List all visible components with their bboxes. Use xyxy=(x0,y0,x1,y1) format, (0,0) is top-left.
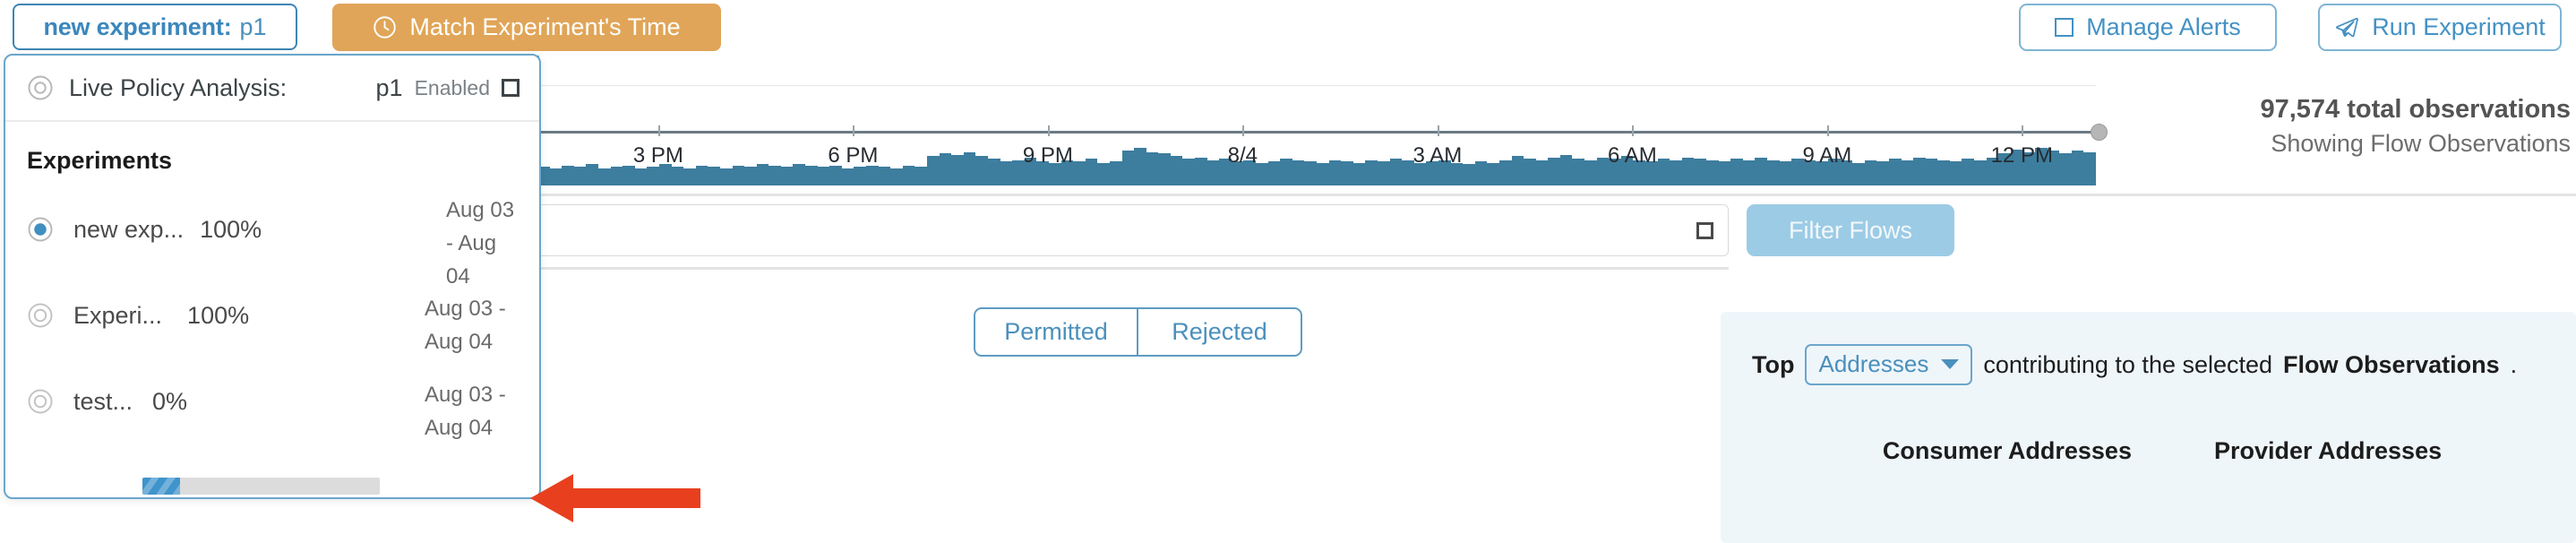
top-toolbar: new experiment: p1 Match Experiment's Ti… xyxy=(0,0,2576,52)
square-icon xyxy=(2055,18,2074,37)
chart-axis-line xyxy=(539,131,2096,134)
popup-header-right: p1 Enabled xyxy=(376,74,519,102)
progress-fill xyxy=(142,478,181,495)
experiment-list-item[interactable]: test... 0% Aug 03 - Aug 04 xyxy=(5,358,539,444)
top-middle-label: contributing to the selected xyxy=(1983,350,2273,378)
manage-alerts-button[interactable]: Manage Alerts xyxy=(2019,4,2277,51)
axis-tick xyxy=(853,125,855,136)
run-experiment-button[interactable]: Run Experiment xyxy=(2318,4,2562,51)
experiment-chip-value: p1 xyxy=(239,13,267,40)
experiments-section-title: Experiments xyxy=(27,147,173,174)
axis-tick-label: 6 PM xyxy=(828,143,879,168)
axis-tick xyxy=(1632,125,1635,136)
top-suffix-label: . xyxy=(2510,350,2518,378)
experiment-chip-label: new experiment: xyxy=(43,13,232,40)
axis-tick xyxy=(1242,125,1245,136)
experiment-percent: 100% xyxy=(200,215,262,243)
experiment-dates: Aug 03 - Aug 04 xyxy=(425,297,506,355)
divider-bottom xyxy=(537,267,1729,270)
top-emphasis-label: Flow Observations xyxy=(2283,350,2500,378)
provider-addresses-header: Provider Addresses xyxy=(2213,437,2443,464)
axis-tick xyxy=(1047,125,1050,136)
clock-icon xyxy=(374,16,397,39)
divider-top xyxy=(537,194,2576,196)
top-contributors-panel: Top Addresses contributing to the select… xyxy=(1721,312,2576,543)
policy-name: p1 xyxy=(375,73,403,101)
tab-rejected[interactable]: Rejected xyxy=(1138,309,1301,355)
send-icon xyxy=(2336,17,2359,37)
axis-tick-label: 3 AM xyxy=(1413,143,1463,168)
axis-tick xyxy=(2022,125,2024,136)
showing-label: Showing Flow Observations xyxy=(2271,130,2571,157)
experiment-name: Experi... xyxy=(73,301,163,329)
top-contributors-sentence: Top Addresses contributing to the select… xyxy=(1752,344,2517,385)
ring-icon xyxy=(28,75,53,100)
timeline-handle[interactable] xyxy=(2091,124,2108,141)
experiment-name: new exp... xyxy=(73,215,185,243)
top-prefix-label: Top xyxy=(1752,350,1795,378)
match-experiment-time-button[interactable]: Match Experiment's Time xyxy=(332,4,721,51)
total-observations-count: 97,574 total observations xyxy=(2260,95,2571,124)
experiment-chip[interactable]: new experiment: p1 xyxy=(13,4,297,50)
axis-tick-label: 9 PM xyxy=(1022,143,1073,168)
square-icon[interactable] xyxy=(502,79,519,97)
permitted-rejected-toggle[interactable]: Permitted Rejected xyxy=(974,307,1302,357)
match-experiment-time-label: Match Experiment's Time xyxy=(409,13,681,40)
axis-tick xyxy=(1437,125,1439,136)
axis-tick xyxy=(657,125,660,136)
live-policy-analysis-popup: Live Policy Analysis: p1 Enabled Experim… xyxy=(4,54,541,499)
run-experiment-label: Run Experiment xyxy=(2372,13,2546,40)
chart-bars xyxy=(537,148,2096,185)
radio-unselected-icon[interactable] xyxy=(27,302,54,329)
axis-tick-label: 12 PM xyxy=(1990,143,2054,168)
live-policy-analysis-title: Live Policy Analysis: xyxy=(69,73,288,101)
consumer-addresses-header: Consumer Addresses xyxy=(1882,437,2132,464)
experiment-dates: Aug 03 - Aug 04 xyxy=(425,383,506,441)
tab-permitted[interactable]: Permitted xyxy=(975,309,1138,355)
manage-alerts-label: Manage Alerts xyxy=(2086,13,2241,40)
square-icon xyxy=(1696,222,1713,239)
annotation-arrow-icon xyxy=(530,474,700,522)
experiment-progress-bar xyxy=(142,478,380,495)
filter-flows-button[interactable]: Filter Flows xyxy=(1747,204,1954,256)
chart-gridline xyxy=(537,85,2096,86)
addresses-dropdown[interactable]: Addresses xyxy=(1805,344,1973,385)
observations-summary: 97,574 total observations Showing Flow O… xyxy=(2141,95,2571,158)
experiment-name: test... xyxy=(73,387,133,415)
radio-selected-icon[interactable] xyxy=(27,216,54,243)
addresses-dropdown-value: Addresses xyxy=(1818,350,1929,377)
app-root: 3 PM 6 PM 9 PM 8/4 3 AM 6 AM 9 AM 12 PM 97,574 … xyxy=(0,0,2576,543)
popup-header: Live Policy Analysis: p1 Enabled xyxy=(5,56,539,122)
axis-tick-label: 8/4 xyxy=(1227,143,1258,168)
experiment-list-item[interactable]: Experi... 100% Aug 03 - Aug 04 xyxy=(5,272,539,358)
chevron-down-icon xyxy=(1941,359,1960,369)
experiment-list-item[interactable]: new exp... 100% Aug 03 - Aug 04 xyxy=(5,186,539,289)
search-input[interactable] xyxy=(537,204,1729,256)
radio-unselected-icon[interactable] xyxy=(27,388,54,415)
axis-tick xyxy=(1826,125,1829,136)
axis-tick-label: 6 AM xyxy=(1607,143,1657,168)
experiment-percent: 0% xyxy=(152,387,188,415)
policy-state-badge: Enabled xyxy=(414,75,490,99)
axis-tick-label: 9 AM xyxy=(1802,143,1852,168)
experiment-percent: 100% xyxy=(187,301,250,329)
axis-tick-label: 3 PM xyxy=(632,143,683,168)
